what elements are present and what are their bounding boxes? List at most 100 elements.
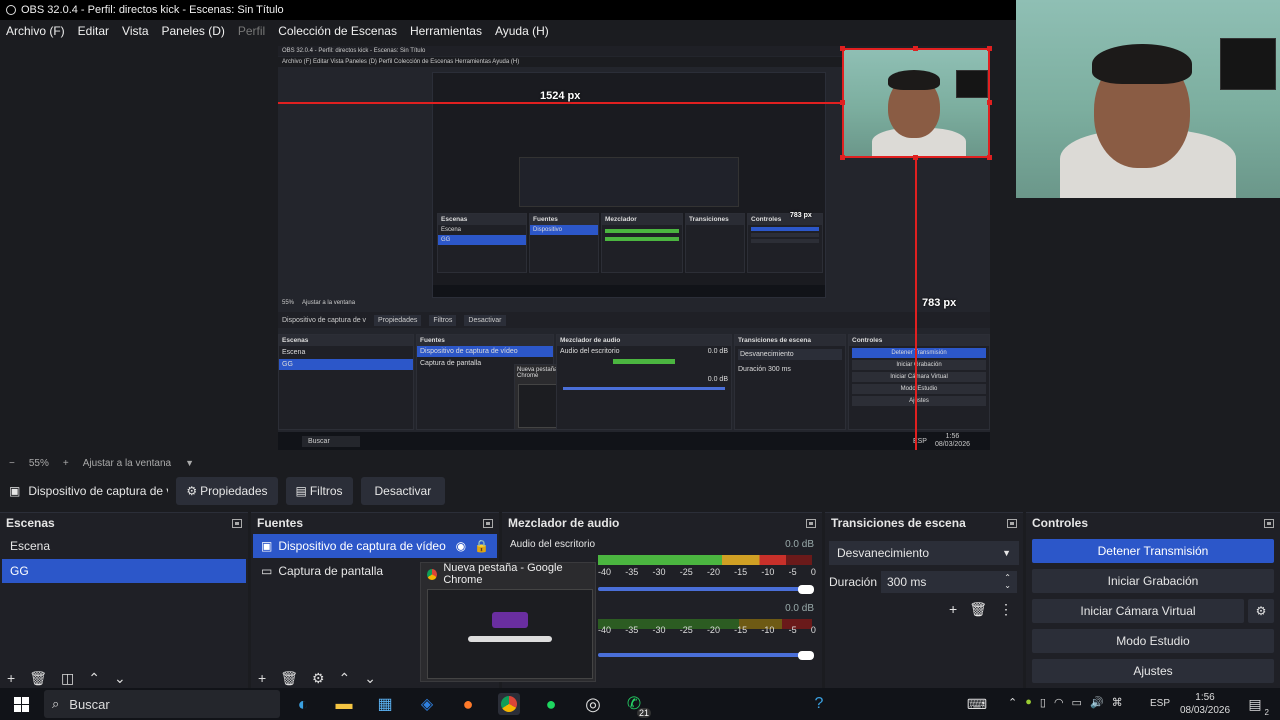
trash-icon[interactable]: 🗑 — [29, 670, 47, 687]
undock-icon[interactable] — [483, 518, 493, 528]
scene-filters-icon[interactable]: ◫ — [61, 670, 74, 687]
chevron-down-icon: ▼ — [1002, 548, 1011, 558]
volume-slider[interactable] — [598, 653, 808, 657]
resize-handle-l[interactable] — [840, 100, 845, 105]
move-up-icon[interactable]: ⌃ — [339, 670, 351, 687]
menu-coleccion-escenas[interactable]: Colección de Escenas — [278, 24, 397, 38]
zoom-out-button[interactable]: − — [9, 458, 15, 469]
spin-arrows-icon[interactable]: ⌃ ⌄ — [1004, 574, 1011, 590]
nested-scenes-dock: Escenas Escena GG — [278, 334, 414, 430]
menu-vista[interactable]: Vista — [122, 24, 148, 38]
tray-app-icon: ● — [1025, 696, 1032, 708]
chrome-icon — [427, 568, 438, 580]
deactivate-button[interactable]: Desactivar — [360, 477, 446, 505]
nested-ctrl-2: Iniciar Grabación — [852, 360, 986, 370]
taskbar-preview-tooltip[interactable]: Nueva pestaña - Google Chrome — [420, 562, 596, 682]
eye-icon[interactable]: ◉ — [456, 539, 466, 553]
menu-archivo[interactable]: Archivo (F) — [6, 24, 65, 38]
mixer-title: Mezclador de audio — [508, 516, 620, 530]
height-measure-label-inner: 783 px — [790, 212, 812, 219]
nested-trans-value: Desvanecimiento — [738, 349, 842, 360]
stop-streaming-button[interactable]: Detener Transmisión — [1032, 539, 1274, 563]
more-options-icon[interactable]: ⋮ — [999, 601, 1013, 618]
resize-handle-t[interactable] — [913, 46, 918, 51]
gear-icon[interactable]: ⚙ — [312, 670, 325, 687]
add-transition-button[interactable]: + — [949, 601, 957, 618]
transition-select[interactable]: Desvanecimiento ▼ — [829, 541, 1019, 565]
notifications-icon[interactable]: ▤ 2 — [1244, 693, 1269, 718]
menu-editar[interactable]: Editar — [78, 24, 109, 38]
keyboard-icon[interactable]: ⌨ — [966, 693, 988, 715]
scene-item-escena[interactable]: Escena — [2, 534, 246, 558]
move-down-icon[interactable]: ⌄ — [364, 670, 376, 687]
spotify-icon[interactable]: ● — [540, 693, 562, 715]
file-explorer-icon[interactable]: ▬ — [333, 693, 355, 715]
resize-handle-tl[interactable] — [840, 46, 845, 51]
volume-slider-knob[interactable] — [798, 585, 814, 594]
windows-start-icon[interactable] — [10, 693, 32, 715]
fit-to-window[interactable]: Ajustar a la ventana — [83, 458, 171, 469]
webcam-source-overlay[interactable] — [842, 48, 990, 158]
gear-icon[interactable]: ⚙ — [1248, 599, 1274, 623]
studio-mode-button[interactable]: Modo Estudio — [1032, 629, 1274, 653]
resize-handle-bl[interactable] — [840, 155, 845, 160]
lock-icon[interactable]: 🔒 — [474, 539, 489, 553]
volume-slider[interactable] — [598, 587, 808, 591]
nested-duration-label: Duración — [738, 366, 767, 373]
move-up-icon[interactable]: ⌃ — [88, 670, 100, 687]
system-tray[interactable]: ⌃ ● ▯ ◠ ▭ 🔊 ⌘ — [1008, 696, 1123, 709]
source-label: Captura de pantalla — [278, 564, 384, 578]
move-down-icon[interactable]: ⌄ — [114, 670, 126, 687]
undock-icon[interactable] — [1264, 518, 1274, 528]
volume-slider-knob[interactable] — [798, 651, 814, 660]
whatsapp-icon[interactable]: ✆ 21 — [623, 693, 651, 718]
undock-icon[interactable] — [806, 518, 816, 528]
zoom-in-button[interactable]: + — [63, 458, 69, 469]
properties-button[interactable]: ⚙ Propiedades — [176, 477, 278, 505]
chrome-window-thumbnail[interactable] — [427, 589, 593, 679]
obs-logo-icon — [6, 5, 16, 15]
obs-taskbar-icon[interactable]: ◎ — [582, 693, 604, 715]
undock-icon[interactable] — [232, 518, 242, 528]
scene-item-gg[interactable]: GG — [2, 559, 246, 583]
chrome-taskbar-icon[interactable] — [498, 693, 520, 715]
language-indicator[interactable]: ESP — [1150, 698, 1170, 709]
clock[interactable]: 1:56 08/03/2026 — [1178, 691, 1232, 717]
chevron-up-icon: ⌃ — [1008, 697, 1018, 709]
source-item-video-capture[interactable]: ▣ Dispositivo de captura de vídeo ◉ 🔒 — [253, 534, 497, 558]
chevron-down-icon[interactable]: ▼ — [185, 458, 194, 468]
volume-meter — [598, 555, 812, 565]
settings-button[interactable]: Ajustes — [1032, 659, 1274, 683]
resize-handle-r[interactable] — [987, 100, 992, 105]
duration-value: 300 ms — [887, 575, 927, 589]
nested-window-title: OBS 32.0.4 - Perfil: directos kick - Esc… — [282, 48, 426, 54]
edge-icon[interactable]: ◐ — [292, 693, 314, 715]
window-title: OBS 32.0.4 - Perfil: directos kick - Esc… — [21, 4, 284, 16]
add-scene-button[interactable]: + — [7, 670, 15, 686]
trash-icon[interactable]: 🗑 — [969, 601, 987, 618]
menu-herramientas[interactable]: Herramientas — [410, 24, 482, 38]
menu-ayuda[interactable]: Ayuda (H) — [495, 24, 549, 38]
mixer-channel-db: 0.0 dB — [785, 539, 814, 550]
start-virtual-camera-button[interactable]: Iniciar Cámara Virtual — [1032, 599, 1244, 623]
taskbar-search[interactable]: ⌕ Buscar — [44, 690, 280, 718]
menu-perfil[interactable]: Perfil — [238, 24, 265, 38]
whatsapp-badge: 21 — [636, 708, 651, 718]
tooltip-title: Nueva pestaña - Google Chrome — [443, 562, 563, 586]
store-icon[interactable]: ▦ — [374, 693, 396, 715]
undock-icon[interactable] — [1007, 518, 1017, 528]
trash-icon[interactable]: 🗑 — [280, 670, 298, 687]
outlook-icon[interactable]: ◈ — [416, 693, 438, 715]
resize-handle-b[interactable] — [913, 155, 918, 160]
help-icon[interactable]: ? — [808, 693, 830, 715]
menu-paneles[interactable]: Paneles (D) — [162, 24, 225, 38]
filters-button[interactable]: ▤ Filtros — [285, 477, 353, 505]
add-source-button[interactable]: + — [258, 670, 266, 686]
resize-handle-br[interactable] — [987, 155, 992, 160]
firefox-icon[interactable]: ● — [457, 693, 479, 715]
nested-mixer-title: Mezclador de audio — [557, 335, 731, 346]
nested-controls-dock: Controles Detener Transmisión Iniciar Gr… — [848, 334, 990, 430]
resize-handle-tr[interactable] — [987, 46, 992, 51]
duration-spinbox[interactable]: 300 ms ⌃ ⌄ — [881, 571, 1017, 593]
start-recording-button[interactable]: Iniciar Grabación — [1032, 569, 1274, 593]
